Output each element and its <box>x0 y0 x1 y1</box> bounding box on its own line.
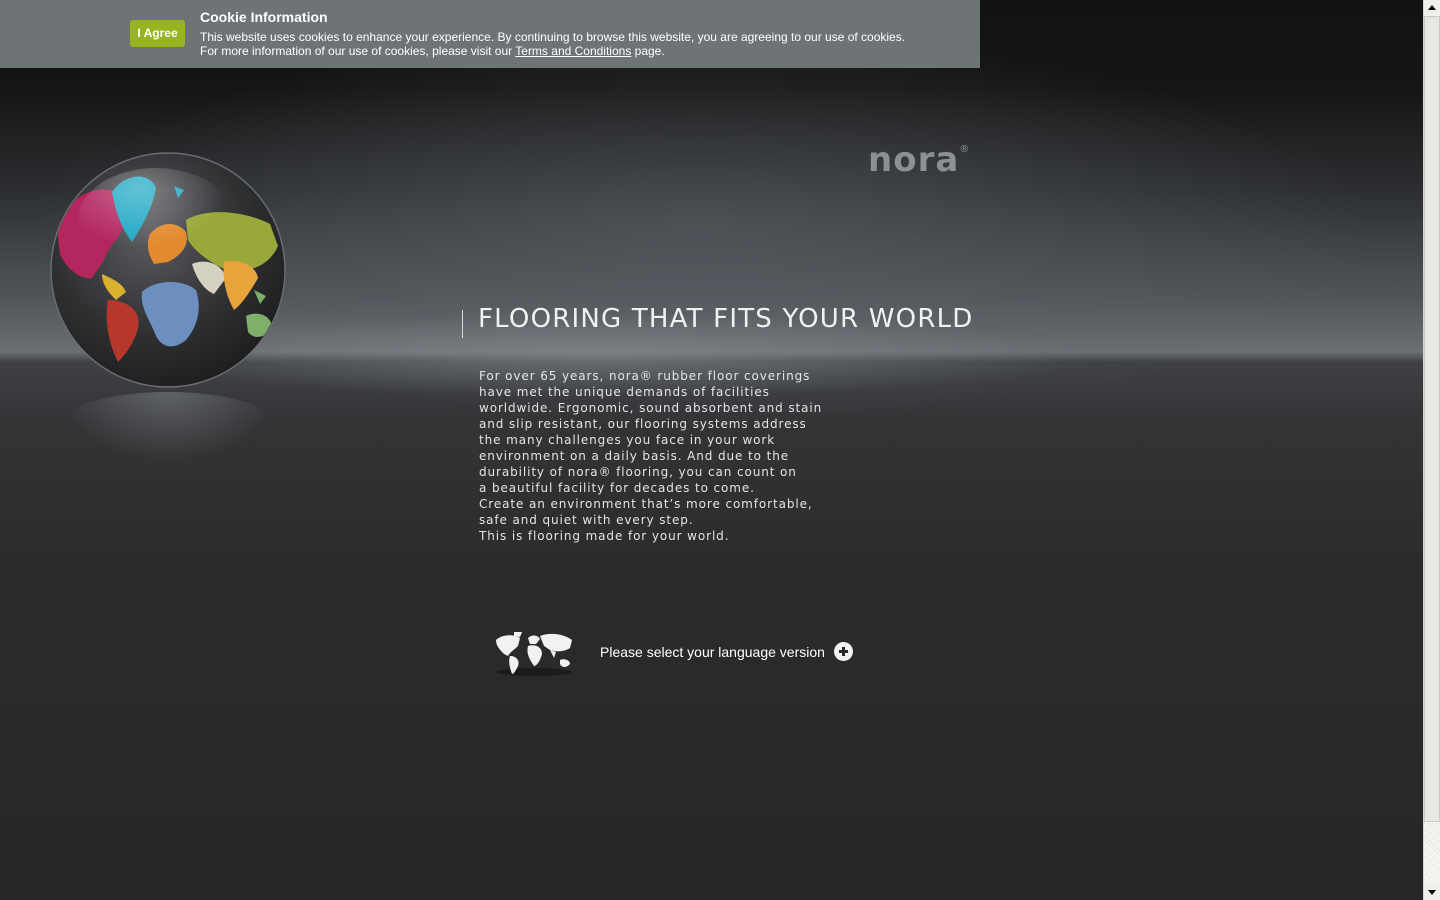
scroll-up-arrow-icon[interactable] <box>1424 0 1440 16</box>
language-select-link[interactable]: Please select your language version <box>600 644 825 660</box>
scrollbar-track[interactable] <box>1424 822 1440 884</box>
intro-line: Create an environment that’s more comfor… <box>479 497 813 511</box>
intro-line: For over 65 years, nora® rubber floor co… <box>479 369 811 383</box>
plus-circle-icon[interactable] <box>834 642 853 661</box>
registered-mark: ® <box>959 144 971 155</box>
intro-line: and slip resistant, our flooring systems… <box>479 417 807 431</box>
cookie-more-info-prefix: For more information of our use of cooki… <box>200 44 516 58</box>
logo-text: nora <box>868 140 960 180</box>
intro-line: the many challenges you face in your wor… <box>479 433 776 447</box>
intro-line: a beautiful facility for decades to come… <box>479 481 755 495</box>
intro-line: worldwide. Ergonomic, sound absorbent an… <box>479 401 823 415</box>
landing-page-background: I Agree Cookie Information This website … <box>0 0 1423 900</box>
nora-logo[interactable]: nora® <box>868 140 970 180</box>
cookie-banner: I Agree Cookie Information This website … <box>0 0 980 68</box>
colored-world-globe-icon <box>50 152 286 388</box>
vertical-scrollbar[interactable] <box>1423 0 1440 900</box>
intro-line: durability of nora® flooring, you can co… <box>479 465 797 479</box>
scroll-down-arrow-icon[interactable] <box>1424 884 1440 900</box>
page-headline: FLOORING THAT FITS YOUR WORLD <box>478 304 974 334</box>
headline-divider <box>462 310 463 338</box>
intro-line: safe and quiet with every step. <box>479 513 694 527</box>
cookie-banner-more-info: For more information of our use of cooki… <box>200 44 665 58</box>
agree-button[interactable]: I Agree <box>130 20 185 47</box>
intro-text: For over 65 years, nora® rubber floor co… <box>479 368 822 544</box>
intro-line: This is flooring made for your world. <box>479 529 730 543</box>
scrollbar-thumb[interactable] <box>1424 16 1440 822</box>
intro-line: environment on a daily basis. And due to… <box>479 449 789 463</box>
cookie-more-info-suffix: page. <box>631 44 665 58</box>
globe-reflection <box>58 392 278 462</box>
cookie-banner-text: This website uses cookies to enhance you… <box>200 30 906 44</box>
world-map-icon[interactable] <box>492 628 576 678</box>
cookie-banner-title: Cookie Information <box>200 9 328 25</box>
intro-line: have met the unique demands of facilitie… <box>479 385 770 399</box>
terms-and-conditions-link[interactable]: Terms and Conditions <box>515 44 631 58</box>
